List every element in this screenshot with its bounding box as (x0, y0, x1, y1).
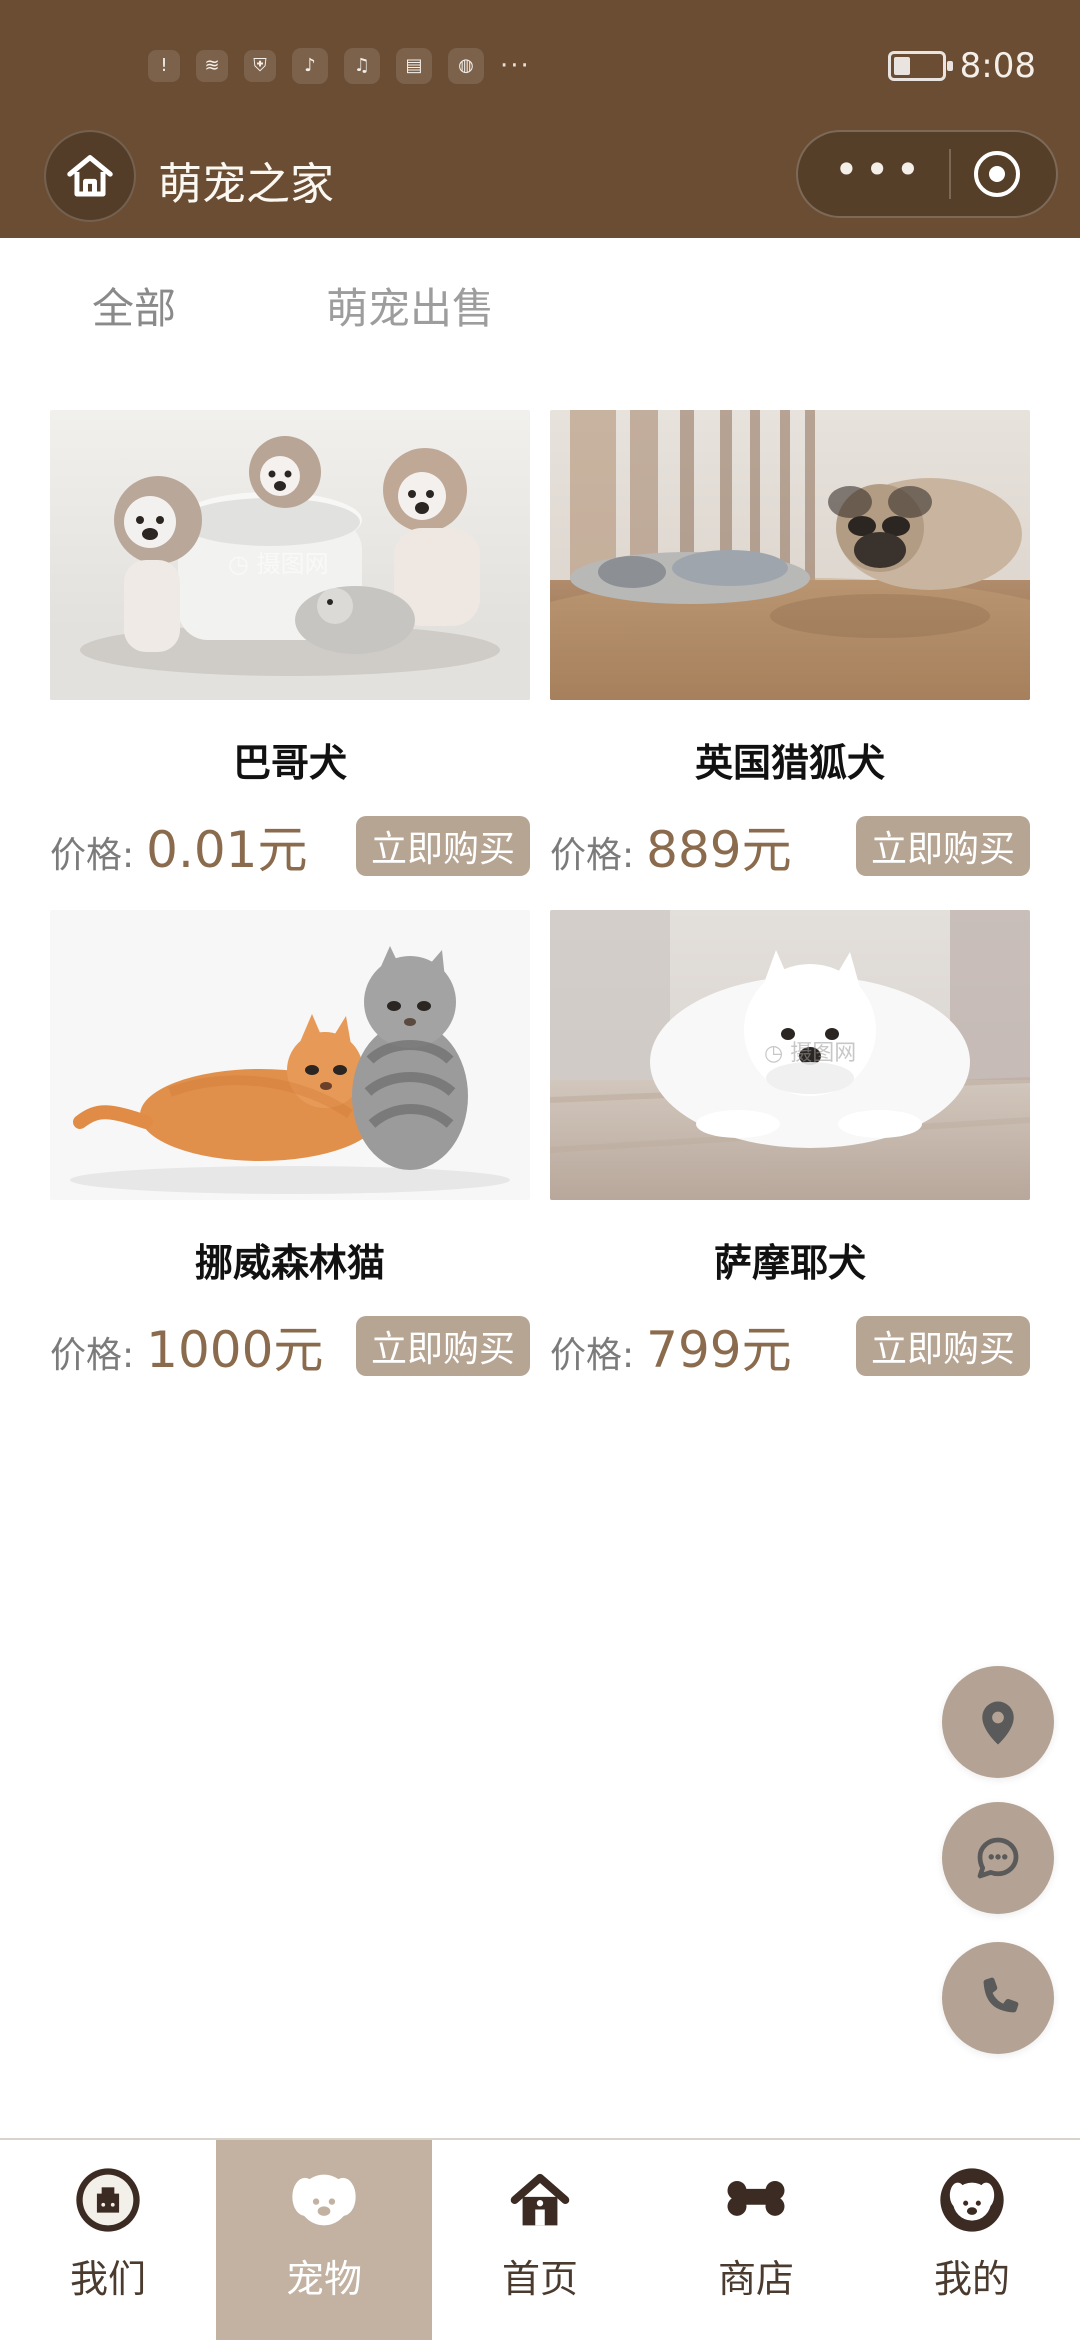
tab-label: 我们 (69, 2257, 146, 2301)
home-button[interactable] (44, 130, 136, 222)
logo-badge-svg (76, 2168, 140, 2232)
battery-fill (893, 57, 910, 75)
price-row: 价格: 799元 立即购买 (550, 1312, 1030, 1380)
status-bar: ! ≋ ⛨ ♪ ♫ ▤ ◍ ··· 8:08 (0, 0, 1080, 130)
price-row: 价格: 1000元 立即购买 (50, 1312, 530, 1380)
tab-shop[interactable]: 商店 (648, 2140, 864, 2340)
close-mini-program-icon[interactable] (973, 151, 1020, 197)
product-name: 英国猎狐犬 (694, 741, 885, 785)
samoyed-photo: ◷ 摄图网 (550, 910, 1030, 1200)
tab-label: 我的 (933, 2257, 1010, 2301)
browser-app-icon: ◍ (448, 48, 484, 84)
status-time: 8:08 (959, 46, 1036, 86)
bone-svg (727, 2181, 785, 2216)
price-label: 价格: (550, 835, 635, 876)
category-tabs: 全部 萌宠出售 (0, 250, 1080, 360)
product-name: 萨摩耶犬 (713, 1241, 866, 1285)
pug-photo (550, 410, 1030, 700)
chat-bubble-icon (977, 1837, 1019, 1879)
product-name: 巴哥犬 (232, 741, 347, 785)
tab-label: 首页 (501, 2257, 578, 2301)
product-card[interactable]: 挪威森林猫 价格: 1000元 立即购买 (50, 910, 530, 1380)
bottom-tab-bar: 我们 宠物 首页 商店 我的 (0, 2138, 1080, 2340)
shield-icon: ⛨ (244, 50, 276, 82)
price: 价格: 799元 (550, 1310, 792, 1382)
tab-pets-for-sale[interactable]: 萌宠出售 (326, 275, 494, 336)
house-icon (502, 2162, 578, 2238)
product-image[interactable] (550, 410, 1030, 700)
page-title: 萌宠之家 (158, 159, 334, 210)
product-grid: ◷ 摄图网 巴哥犬 价格: 0.01元 立即购买 英国猎狐犬 价格: 889元 … (50, 410, 1030, 1380)
dog-face-icon (286, 2162, 362, 2238)
price: 价格: 889元 (550, 810, 792, 882)
price: 价格: 0.01元 (50, 810, 307, 882)
tab-all[interactable]: 全部 (92, 275, 176, 336)
buy-now-button[interactable]: 立即购买 (856, 1316, 1030, 1376)
profile-dog-icon (934, 2162, 1010, 2238)
tab-label: 商店 (717, 2257, 794, 2301)
bone-icon (718, 2162, 794, 2238)
location-button[interactable] (942, 1666, 1054, 1778)
price: 价格: 1000元 (50, 1310, 323, 1382)
price-value: 0.01元 (146, 821, 308, 879)
price-value: 889元 (646, 821, 792, 879)
phone-button[interactable] (942, 1942, 1054, 2054)
capsule-divider (949, 149, 952, 199)
tiktok-icon: ♪ (292, 48, 328, 84)
cats-photo (50, 910, 530, 1200)
status-right: 8:08 (887, 38, 1036, 94)
top-header: ! ≋ ⛨ ♪ ♫ ▤ ◍ ··· 8:08 萌宠之家 ••• (0, 0, 1080, 238)
battery-icon (887, 51, 953, 81)
mini-program-nav: 萌宠之家 ••• (0, 130, 1080, 238)
svg-text:◷ 摄图网: ◷ 摄图网 (764, 1041, 856, 1066)
dog-face-svg (292, 2174, 356, 2226)
buy-now-button[interactable]: 立即购买 (356, 816, 530, 876)
price-value: 799元 (646, 1321, 792, 1379)
house-svg (510, 2173, 570, 2226)
product-image[interactable]: ◷ 摄图网 (50, 410, 530, 700)
reader-app-icon: ▤ (396, 48, 432, 84)
product-card[interactable]: ◷ 摄图网 萨摩耶犬 价格: 799元 立即购买 (550, 910, 1030, 1380)
price-value: 1000元 (146, 1321, 324, 1379)
wifi-icon: ≋ (196, 50, 228, 82)
product-card[interactable]: 英国猎狐犬 价格: 889元 立即购买 (550, 410, 1030, 880)
price-label: 价格: (550, 1335, 635, 1376)
app-root: ! ≋ ⛨ ♪ ♫ ▤ ◍ ··· 8:08 萌宠之家 ••• 全部 萌宠出售 … (0, 0, 1080, 2340)
chat-button[interactable] (942, 1802, 1054, 1914)
product-image[interactable]: ◷ 摄图网 (550, 910, 1030, 1200)
more-options-icon[interactable]: ••• (834, 149, 926, 191)
buy-now-button[interactable]: 立即购买 (356, 1316, 530, 1376)
price-label: 价格: (50, 835, 135, 876)
product-name: 挪威森林猫 (194, 1241, 385, 1285)
puppies-photo: ◷ 摄图网 (50, 410, 530, 700)
phone-icon (983, 1977, 1019, 2013)
status-left-icons: ! ≋ ⛨ ♪ ♫ ▤ ◍ ··· (148, 42, 531, 90)
svg-text:◷ 摄图网: ◷ 摄图网 (228, 550, 329, 578)
buy-now-button[interactable]: 立即购买 (856, 816, 1030, 876)
price-label: 价格: (50, 1335, 135, 1376)
tab-label: 宠物 (285, 2257, 362, 2301)
location-pin-icon (982, 1701, 1014, 1745)
capsule-menu[interactable]: ••• (796, 130, 1058, 218)
sim-alert-icon: ! (148, 50, 180, 82)
price-row: 价格: 889元 立即购买 (550, 812, 1030, 880)
logo-badge-icon (70, 2162, 146, 2238)
tab-home[interactable]: 首页 (432, 2140, 648, 2340)
product-card[interactable]: ◷ 摄图网 巴哥犬 价格: 0.01元 立即购买 (50, 410, 530, 880)
tab-pets[interactable]: 宠物 (216, 2140, 432, 2340)
tab-about-us[interactable]: 我们 (0, 2140, 216, 2340)
home-icon (67, 155, 113, 197)
music-app-icon: ♫ (344, 48, 380, 84)
profile-dog-svg (940, 2168, 1004, 2232)
more-notifications-icon: ··· (500, 51, 531, 81)
tab-profile[interactable]: 我的 (864, 2140, 1080, 2340)
price-row: 价格: 0.01元 立即购买 (50, 812, 530, 880)
product-image[interactable] (50, 910, 530, 1200)
